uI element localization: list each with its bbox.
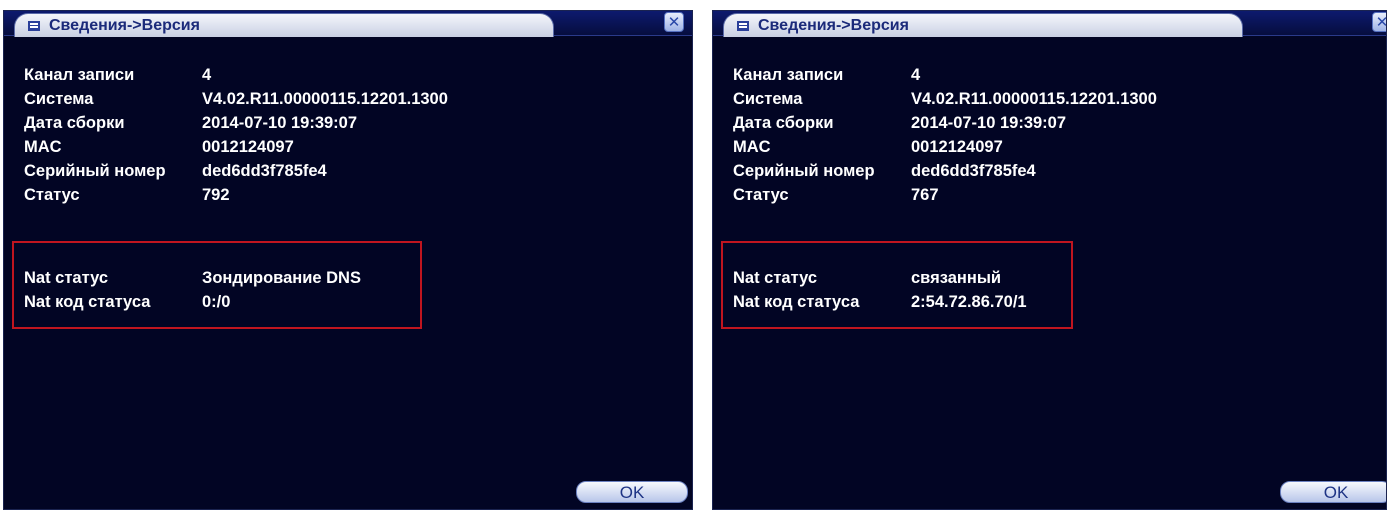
info-value: 0012124097 [911,138,1003,156]
ok-button[interactable]: OK [576,481,688,503]
close-button[interactable]: ✕ [1372,12,1386,32]
info-label: Серийный номер [24,162,166,180]
info-icon [737,21,749,31]
version-window-right: Сведения->Версия ✕ Канал записи 4 Систем… [712,10,1387,510]
info-value: 767 [911,186,939,204]
info-value: 0012124097 [202,138,294,156]
ok-button[interactable]: OK [1280,481,1386,503]
info-value: V4.02.R11.00000115.12201.1300 [911,90,1157,108]
nat-label: Nat код статуса [24,293,151,311]
nat-label: Nat статус [24,269,109,287]
title-bar: Сведения->Версия ✕ [4,11,692,37]
info-label: Дата сборки [733,114,834,132]
nat-value: связанный [911,269,1002,287]
nat-label: Nat код статуса [733,293,860,311]
nat-label: Nat статус [733,269,818,287]
info-label: Дата сборки [24,114,125,132]
info-value: 2014-07-10 19:39:07 [911,114,1067,132]
title-bar: Сведения->Версия ✕ [713,11,1386,37]
version-window-left: Сведения->Версия ✕ Канал записи 4 Систем… [3,10,693,510]
info-label: Статус [733,186,789,204]
close-button[interactable]: ✕ [664,12,684,32]
info-label: Система [24,90,94,108]
nat-status-highlight: Nat статус Зондирование DNS Nat код стат… [12,241,422,329]
title-tab: Сведения->Версия [723,13,1243,37]
info-value: ded6dd3f785fe4 [911,162,1036,180]
title-tab: Сведения->Версия [14,13,554,37]
info-value: V4.02.R11.00000115.12201.1300 [202,90,448,108]
info-value: 4 [911,66,921,84]
info-label: Канал записи [733,66,844,84]
nat-value: Зондирование DNS [202,269,361,287]
info-value: 792 [202,186,230,204]
info-label: MAC [24,138,62,156]
info-value: ded6dd3f785fe4 [202,162,327,180]
window-title: Сведения->Версия [758,17,909,34]
info-value: 2014-07-10 19:39:07 [202,114,358,132]
info-icon [28,21,40,31]
nat-value: 0:/0 [202,293,231,311]
info-value: 4 [202,66,212,84]
info-label: Серийный номер [733,162,875,180]
info-label: Канал записи [24,66,135,84]
nat-status-highlight: Nat статус связанный Nat код статуса 2:5… [721,241,1073,329]
info-label: Статус [24,186,80,204]
screenshot-pair: Сведения->Версия ✕ Канал записи 4 Систем… [0,0,1387,516]
nat-value: 2:54.72.86.70/1 [911,293,1027,311]
window-title: Сведения->Версия [49,17,200,34]
info-label: MAC [733,138,771,156]
info-label: Система [733,90,803,108]
